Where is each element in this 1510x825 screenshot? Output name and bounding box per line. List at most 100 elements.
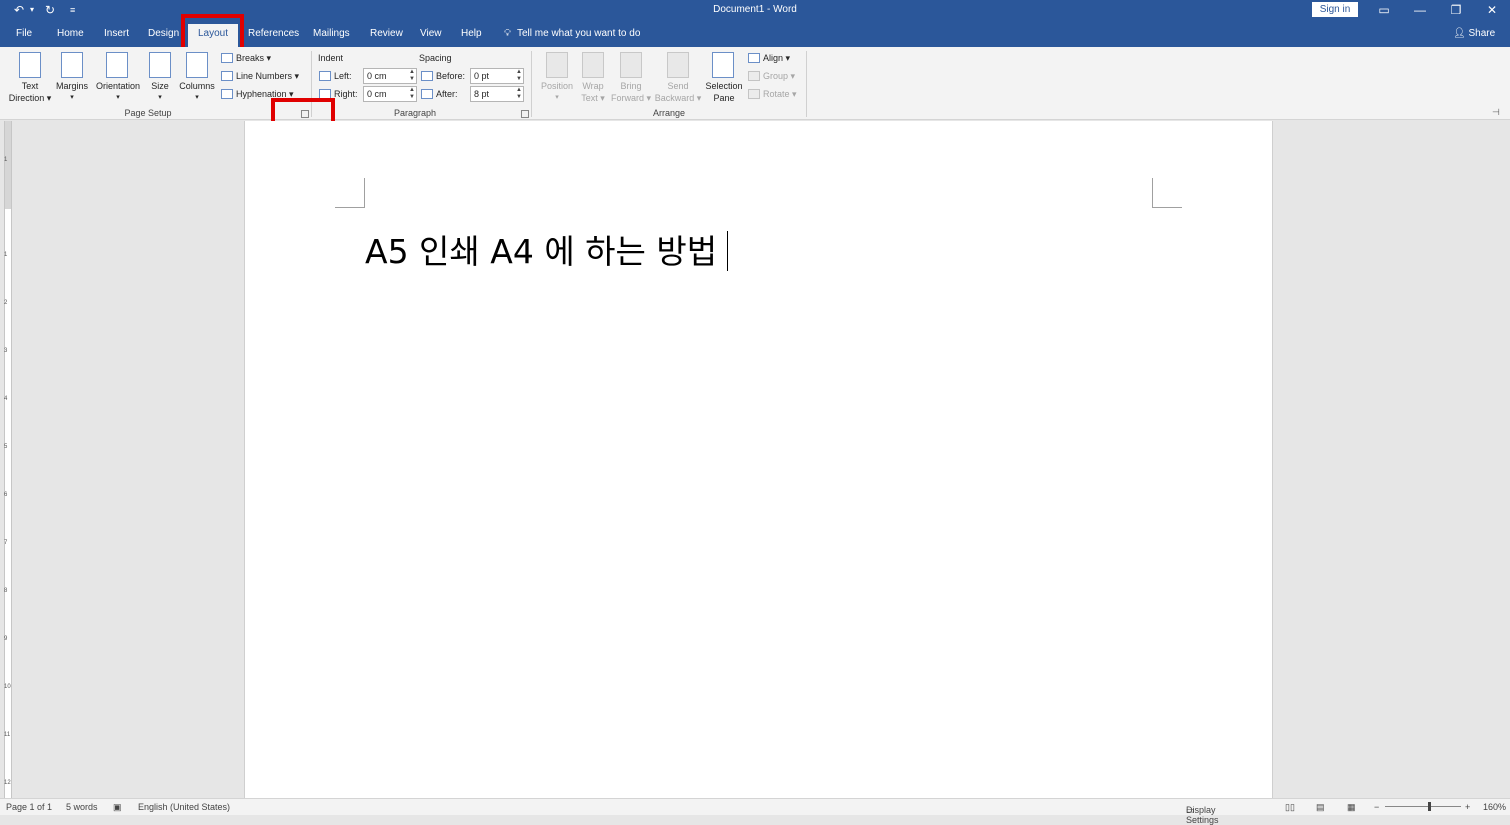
spacing-after-input[interactable]: 8 pt ▲ ▼ (470, 86, 524, 102)
position-icon[interactable] (546, 52, 568, 78)
rotate-button[interactable]: Rotate ▾ (748, 89, 797, 100)
bring-forward-icon[interactable] (620, 52, 642, 78)
lightbulb-icon: 💡︎ (504, 28, 511, 39)
read-mode-icon[interactable]: ▯▯ (1285, 802, 1295, 813)
zoom-out-icon[interactable]: − (1374, 802, 1379, 812)
wrap-text-icon[interactable] (582, 52, 604, 78)
zoom-level[interactable]: 160% (1483, 802, 1506, 812)
print-layout-icon[interactable]: ▤ (1316, 802, 1325, 813)
zoom-slider[interactable] (1385, 806, 1461, 807)
arrange-group-label: Arrange (652, 108, 686, 118)
page-count[interactable]: Page 1 of 1 (6, 802, 52, 812)
spacing-after-value: 8 pt (474, 89, 490, 99)
bring-forward-button[interactable]: Bring Forward ▾ (606, 80, 656, 104)
rotate-icon (748, 89, 760, 99)
group-separator (531, 51, 532, 117)
web-layout-icon[interactable]: ▦ (1347, 802, 1356, 813)
restore-icon[interactable]: ❐ (1446, 2, 1466, 18)
ribbon: Text Direction ▾ Margins ▾ Orientation ▾… (0, 47, 1510, 120)
size-dropdown-icon: ▾ (158, 94, 162, 101)
spacing-before-label: Before: (421, 71, 465, 81)
ruler-text-band (4, 209, 12, 798)
columns-button[interactable]: Columns ▾ (176, 80, 218, 104)
text-direction-icon[interactable] (19, 52, 41, 78)
paragraph-group-label: Paragraph (393, 108, 437, 118)
spacing-after-icon (421, 89, 433, 99)
hyphenation-icon (221, 89, 233, 99)
margins-button[interactable]: Margins ▾ (52, 80, 92, 104)
send-backward-label-1: Send (667, 81, 689, 91)
line-numbers-icon (221, 71, 233, 81)
orientation-label: Orientation (95, 81, 141, 91)
ruler-margin-band (4, 121, 12, 209)
ruler-number: 9 (4, 636, 8, 642)
language-indicator[interactable]: English (United States) (138, 802, 230, 812)
tab-insert[interactable]: Insert (104, 28, 129, 39)
line-numbers-button[interactable]: Line Numbers ▾ (221, 71, 299, 82)
zoom-slider-thumb[interactable] (1428, 802, 1431, 811)
document-page[interactable]: A5 인쇄 A4 에 하는 방법 (244, 121, 1273, 798)
minimize-icon[interactable]: — (1410, 2, 1430, 18)
share-button[interactable]: 👤︎ Share (1453, 28, 1495, 39)
document-body-text[interactable]: A5 인쇄 A4 에 하는 방법 (365, 225, 729, 273)
ruler-number: 8 (4, 588, 8, 594)
tab-references[interactable]: References (248, 28, 299, 39)
proofing-icon[interactable]: ▣ (113, 802, 122, 813)
indent-right-input[interactable]: 0 cm ▲ ▼ (363, 86, 417, 102)
selection-pane-icon[interactable] (712, 52, 734, 78)
breaks-label: Breaks (236, 53, 265, 63)
group-button[interactable]: Group ▾ (748, 71, 795, 82)
orientation-dropdown-icon: ▾ (116, 94, 120, 101)
tab-home[interactable]: Home (57, 28, 84, 39)
spinner-arrows-icon[interactable]: ▲ ▼ (516, 87, 522, 101)
size-button[interactable]: Size ▾ (145, 80, 175, 104)
spacing-before-input[interactable]: 0 pt ▲ ▼ (470, 68, 524, 84)
ribbon-display-options-icon[interactable]: ▭ (1374, 2, 1394, 18)
close-icon[interactable]: ✕ (1482, 2, 1502, 18)
ruler-number: 2 (4, 300, 8, 306)
align-icon (748, 53, 760, 63)
ruler-number: 3 (4, 348, 8, 354)
send-backward-icon[interactable] (667, 52, 689, 78)
zoom-in-icon[interactable]: + (1465, 802, 1470, 812)
spinner-arrows-icon[interactable]: ▲ ▼ (409, 87, 415, 101)
margin-corner-mark (335, 178, 365, 208)
tab-view[interactable]: View (420, 28, 442, 39)
orientation-button[interactable]: Orientation ▾ (92, 80, 144, 104)
tab-help[interactable]: Help (461, 28, 482, 39)
columns-icon[interactable] (186, 52, 208, 78)
send-backward-button[interactable]: Send Backward ▾ (650, 80, 706, 104)
spinner-arrows-icon[interactable]: ▲ ▼ (409, 69, 415, 83)
text-cursor (727, 231, 729, 271)
document-text[interactable]: A5 인쇄 A4 에 하는 방법 (365, 232, 717, 271)
ruler-number: 1 (4, 157, 8, 163)
ruler-number: 11 (4, 732, 11, 738)
indent-left-label: Left: (319, 71, 352, 81)
columns-dropdown-icon: ▾ (195, 94, 199, 101)
spinner-arrows-icon[interactable]: ▲ ▼ (516, 69, 522, 83)
margins-label: Margins (55, 81, 88, 91)
align-button[interactable]: Align ▾ (748, 53, 790, 64)
breaks-button[interactable]: Breaks ▾ (221, 53, 271, 64)
tab-file[interactable]: File (16, 28, 32, 39)
tell-me-box[interactable]: 💡︎ Tell me what you want to do (504, 28, 640, 39)
tab-review[interactable]: Review (370, 28, 403, 39)
size-icon[interactable] (149, 52, 171, 78)
tab-design[interactable]: Design (148, 28, 179, 39)
paragraph-dialog-launcher-icon[interactable] (521, 110, 529, 118)
orientation-icon[interactable] (106, 52, 128, 78)
size-label: Size (151, 81, 169, 91)
tab-mailings[interactable]: Mailings (313, 28, 350, 39)
status-bar: Page 1 of 1 5 words ▣ English (United St… (0, 798, 1510, 825)
text-direction-button[interactable]: Text Direction ▾ (4, 80, 56, 104)
spacing-heading: Spacing (419, 53, 452, 63)
word-count[interactable]: 5 words (66, 802, 98, 812)
ruler-number: 1 (4, 252, 8, 258)
indent-left-input[interactable]: 0 cm ▲ ▼ (363, 68, 417, 84)
group-separator (806, 51, 807, 117)
selection-pane-button[interactable]: Selection Pane (700, 80, 748, 104)
pin-ribbon-icon[interactable]: ⊣ (1492, 107, 1500, 118)
sign-in-button[interactable]: Sign in (1312, 2, 1358, 17)
margins-icon[interactable] (61, 52, 83, 78)
text-direction-label-2: Direction ▾ (8, 93, 52, 103)
